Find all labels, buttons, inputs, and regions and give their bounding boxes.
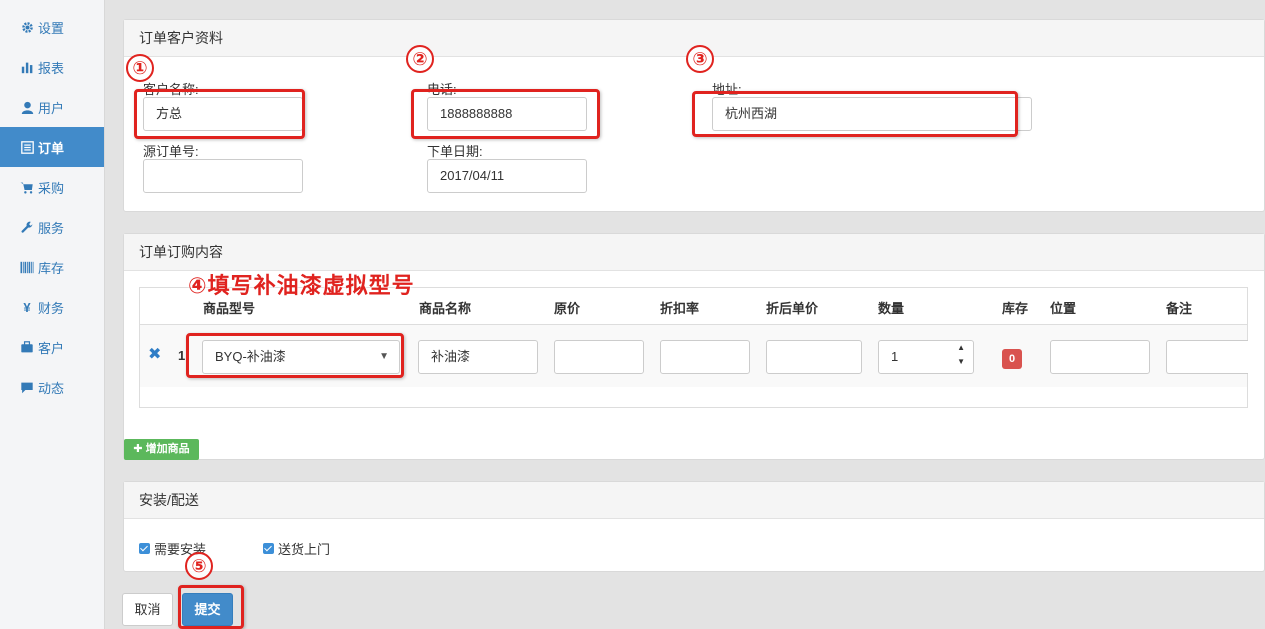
user-icon [19, 100, 35, 114]
items-table: 商品型号 商品名称 原价 折扣率 折后单价 数量 库存 位置 备注 ✖ 1 BY… [139, 287, 1248, 408]
annotation-number-2: ② [406, 45, 434, 73]
customer-name-label: 客户名称: [143, 82, 199, 97]
yen-icon: ¥ [23, 299, 31, 315]
model-select[interactable]: BYQ-补油漆 ▼ [202, 340, 400, 374]
sidebar-item-label: 动态 [38, 380, 65, 396]
chevron-down-icon: ▼ [379, 351, 389, 362]
briefcase-icon [19, 340, 35, 354]
deliver-label: 送货上门 [278, 542, 331, 557]
header-remark: 备注 [1166, 301, 1193, 316]
discounted-price-input[interactable] [766, 340, 862, 374]
header-discounted-price: 折后单价 [766, 301, 819, 316]
sidebar-item-label: 财务 [38, 300, 65, 316]
install-panel: 安装/配送 需要安装 送货上门 [123, 481, 1265, 572]
row-index: 1 [178, 348, 186, 363]
source-order-input[interactable] [143, 159, 303, 193]
quantity-value: 1 [891, 349, 899, 364]
annotation-step-4: ④填写补油漆虚拟型号 [188, 273, 415, 298]
order-date-input[interactable]: 2017/04/11 [427, 159, 587, 193]
barcode-icon [19, 260, 35, 274]
customer-name-input[interactable]: 方总 [143, 97, 303, 131]
product-name-input[interactable]: 补油漆 [418, 340, 538, 374]
sidebar-item-finance[interactable]: ¥ 财务 [0, 287, 104, 327]
order-date-label: 下单日期: [427, 144, 483, 159]
phone-input[interactable]: 1888888888 [427, 97, 587, 131]
add-product-button[interactable]: ✚ 增加商品 [124, 439, 199, 460]
sidebar: 设置 报表 用户 订单 采购 服务 库存 ¥ 财务 客户 动态 [0, 0, 105, 629]
header-quantity: 数量 [878, 301, 905, 316]
sidebar-item-settings[interactable]: 设置 [0, 7, 104, 47]
submit-button[interactable]: 提交 [182, 593, 233, 626]
sidebar-item-orders[interactable]: 订单 [0, 127, 104, 167]
model-select-value: BYQ-补油漆 [215, 349, 286, 364]
sidebar-item-service[interactable]: 服务 [0, 207, 104, 247]
quantity-stepper[interactable]: 1 ▲ ▼ [878, 340, 974, 374]
sidebar-item-reports[interactable]: 报表 [0, 47, 104, 87]
add-product-label: 增加商品 [145, 443, 190, 455]
sidebar-item-label: 客户 [38, 340, 65, 356]
sidebar-item-activity[interactable]: 动态 [0, 367, 104, 407]
address-input[interactable]: 杭州西湖 [712, 97, 1032, 131]
sidebar-item-label: 服务 [38, 220, 65, 236]
sidebar-item-label: 采购 [38, 180, 65, 196]
cart-icon [19, 180, 35, 194]
annotation-number-1: ① [126, 54, 154, 82]
phone-label: 电话: [427, 82, 457, 97]
sidebar-item-label: 报表 [38, 60, 65, 76]
main-content: 订单客户资料 客户名称: 方总 电话: 1888888888 地址: 杭州西湖 … [105, 0, 1265, 629]
header-discount-rate: 折扣率 [660, 301, 700, 316]
comment-icon [19, 380, 35, 394]
sidebar-item-customers[interactable]: 客户 [0, 327, 104, 367]
install-panel-title: 安装/配送 [124, 482, 1264, 519]
original-price-input[interactable] [554, 340, 644, 374]
gear-icon [19, 20, 35, 34]
header-original-price: 原价 [554, 301, 581, 316]
bar-chart-icon [19, 60, 35, 74]
location-input[interactable] [1050, 340, 1150, 374]
sidebar-item-label: 库存 [38, 260, 65, 276]
cancel-button[interactable]: 取消 [122, 593, 173, 626]
sidebar-item-label: 订单 [38, 140, 65, 156]
sidebar-item-label: 用户 [38, 100, 65, 116]
annotation-number-5: ⑤ [185, 552, 213, 580]
plus-icon: ✚ [133, 443, 143, 455]
source-order-label: 源订单号: [143, 144, 199, 159]
stock-badge: 0 [1002, 349, 1022, 369]
sidebar-item-inventory[interactable]: 库存 [0, 247, 104, 287]
items-panel-title: 订单订购内容 [124, 234, 1264, 271]
header-model: 商品型号 [203, 301, 256, 316]
remove-row-icon[interactable]: ✖ [148, 347, 161, 363]
header-location: 位置 [1050, 301, 1077, 316]
sidebar-item-label: 设置 [38, 20, 65, 36]
header-name: 商品名称 [419, 301, 472, 316]
stepper-down-icon[interactable]: ▼ [957, 346, 965, 378]
annotation-number-3: ③ [686, 45, 714, 73]
list-icon [19, 140, 35, 154]
sidebar-item-users[interactable]: 用户 [0, 87, 104, 127]
wrench-icon [19, 220, 35, 234]
header-stock: 库存 [1002, 301, 1029, 316]
sidebar-item-purchase[interactable]: 采购 [0, 167, 104, 207]
address-label: 地址: [712, 82, 742, 97]
deliver-checkbox[interactable] [263, 543, 274, 554]
need-install-checkbox[interactable] [139, 543, 150, 554]
discount-rate-input[interactable] [660, 340, 750, 374]
remark-input[interactable] [1166, 340, 1248, 374]
